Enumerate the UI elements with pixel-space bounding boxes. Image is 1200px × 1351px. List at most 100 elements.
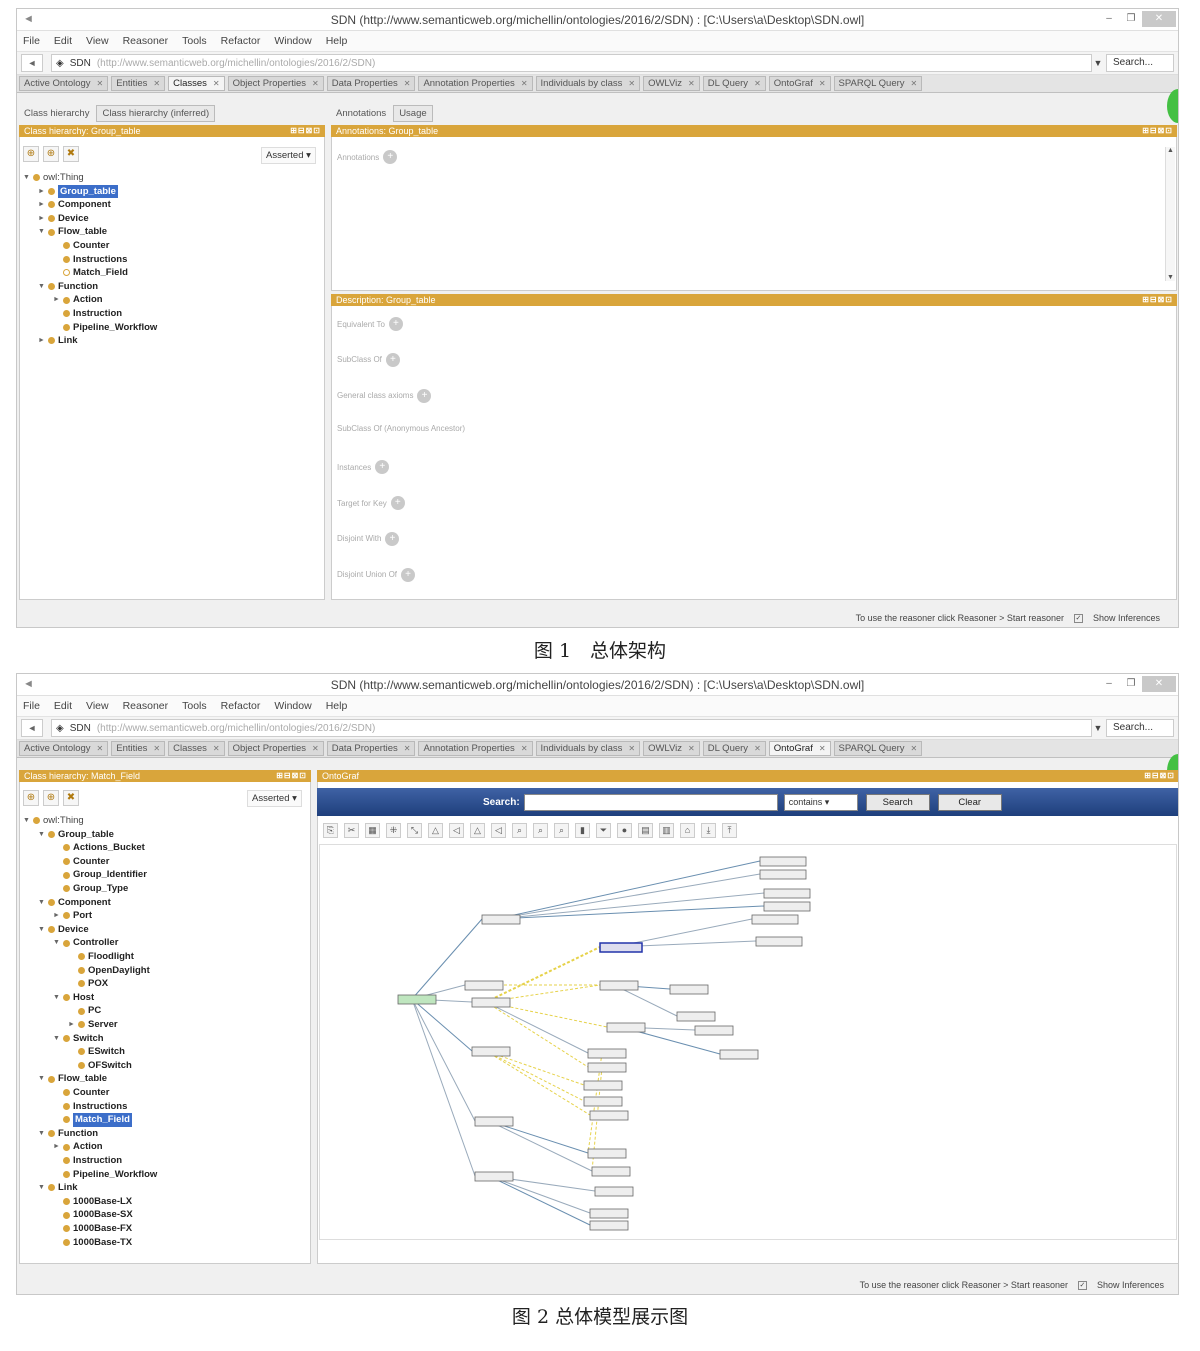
tree-node[interactable]: POX [68, 977, 108, 991]
delete-class-icon[interactable]: ✖ [63, 146, 79, 162]
tree-node[interactable]: ▼ Switch [53, 1032, 104, 1046]
close-tab-icon[interactable]: ✕ [521, 744, 528, 753]
expand-toggle-icon[interactable]: ► [68, 1018, 78, 1032]
graph-node[interactable] [591, 1166, 631, 1177]
add-icon[interactable]: + [401, 567, 416, 582]
tab-sparql-query[interactable]: SPARQL Query ✕ [833, 741, 923, 756]
vertical-tree-icon[interactable]: ◁ [491, 823, 506, 838]
menu-tools[interactable]: Tools [182, 35, 207, 47]
expand-toggle-icon[interactable]: ▼ [38, 828, 48, 842]
tree-node[interactable]: ► Group_table [38, 184, 118, 199]
add-sibling-icon[interactable]: ⊕ [43, 146, 59, 162]
tree-node[interactable]: ▼ Group_table [38, 828, 114, 842]
tree-up-icon[interactable]: △ [428, 823, 443, 838]
tab-individuals-by-class[interactable]: Individuals by class ✕ [535, 741, 641, 756]
add-icon[interactable]: + [385, 352, 400, 367]
menu-reasoner[interactable]: Reasoner [123, 35, 169, 47]
zoom-out-icon[interactable]: ⌕ [533, 823, 548, 838]
close-tab-icon[interactable]: ✕ [213, 744, 220, 753]
tree-left-icon[interactable]: ◁ [449, 823, 464, 838]
search-input[interactable]: Search... [1106, 719, 1174, 737]
save-icon[interactable]: ▥ [659, 823, 674, 838]
expand-toggle-icon[interactable]: ▼ [38, 1127, 48, 1141]
panel-controls-icon[interactable]: ⊞⊟⊠⊡ [276, 770, 307, 782]
graph-node[interactable] [474, 1171, 514, 1182]
tab-owlviz[interactable]: OWLViz ✕ [643, 741, 700, 756]
panel-controls-icon[interactable]: ⊞⊟⊠⊡ [1142, 125, 1173, 137]
tab-class-hierarchy[interactable]: Class hierarchy [19, 106, 94, 121]
graph-node[interactable] [589, 1110, 629, 1121]
menu-window[interactable]: Window [274, 35, 311, 47]
graph-node[interactable] [471, 997, 511, 1008]
export-icon[interactable]: ▤ [638, 823, 653, 838]
graph-node[interactable] [759, 869, 807, 880]
tab-data-properties[interactable]: Data Properties ✕ [326, 741, 416, 756]
tab-individuals-by-class[interactable]: Individuals by class ✕ [535, 76, 641, 91]
close-tab-icon[interactable]: ✕ [911, 79, 918, 88]
menu-help[interactable]: Help [326, 35, 348, 47]
graph-node[interactable] [589, 1220, 629, 1231]
graph-node[interactable] [759, 856, 807, 867]
tree-node[interactable]: Counter [53, 855, 109, 869]
funnel-icon[interactable]: ⏷ [596, 823, 611, 838]
expand-icon[interactable]: ⤒ [722, 823, 737, 838]
tab-active-ontology[interactable]: Active Ontology ✕ [19, 741, 109, 756]
spring-layout-icon[interactable]: ⤡ [407, 823, 422, 838]
close-tab-icon[interactable]: ✕ [754, 744, 761, 753]
expand-toggle-icon[interactable]: ► [38, 198, 48, 212]
expand-toggle-icon[interactable]: ► [53, 909, 63, 923]
horizontal-tree-icon[interactable]: △ [470, 823, 485, 838]
graph-node[interactable] [481, 914, 521, 925]
graph-node[interactable] [583, 1080, 623, 1091]
close-tab-icon[interactable]: ✕ [97, 744, 104, 753]
graph-node[interactable] [587, 1148, 627, 1159]
maximize-icon[interactable]: ❐ [1120, 676, 1142, 692]
graph-node[interactable] [719, 1049, 759, 1060]
clear-button[interactable]: Clear [937, 793, 1002, 811]
expand-toggle-icon[interactable]: ▼ [38, 280, 48, 294]
add-subclass-icon[interactable]: ⊕ [23, 790, 39, 806]
graph-node[interactable] [755, 936, 803, 947]
radial-layout-icon[interactable]: ⁜ [386, 823, 401, 838]
ontograf-search-input[interactable] [523, 793, 778, 811]
tree-node[interactable]: Group_Identifier [53, 868, 147, 882]
add-sibling-icon[interactable]: ⊕ [43, 790, 59, 806]
close-tab-icon[interactable]: ✕ [97, 79, 104, 88]
close-tab-icon[interactable]: ✕ [153, 79, 160, 88]
tree-node[interactable]: Counter [53, 239, 109, 253]
expand-toggle-icon[interactable]: ▼ [38, 1072, 48, 1086]
graph-node[interactable] [471, 1046, 511, 1057]
expand-toggle-icon[interactable]: ▼ [38, 896, 48, 910]
record-icon[interactable]: ● [617, 823, 632, 838]
show-inferences-checkbox[interactable]: ✓ [1077, 1280, 1087, 1290]
tab-class-hierarchy-inferred[interactable]: Class hierarchy (inferred) [96, 104, 216, 122]
menu-refactor[interactable]: Refactor [221, 700, 261, 712]
panel-controls-icon[interactable]: ⊞⊟⊠⊡ [1144, 770, 1175, 782]
expand-toggle-icon[interactable]: ▼ [53, 991, 63, 1005]
graph-node[interactable] [397, 994, 437, 1005]
tab-dl-query[interactable]: DL Query ✕ [702, 76, 766, 91]
add-annotation-icon[interactable]: + [383, 150, 398, 164]
close-icon[interactable]: ✕ [1142, 11, 1176, 27]
tree-node[interactable]: Match_Field [53, 266, 128, 280]
add-subclass-icon[interactable]: ⊕ [23, 146, 39, 162]
graph-node[interactable] [694, 1025, 734, 1036]
graph-node[interactable] [599, 980, 639, 991]
tree-node[interactable]: Floodlight [68, 950, 134, 964]
copy-icon[interactable]: ⎘ [323, 823, 338, 838]
grid-layout-icon[interactable]: ▦ [365, 823, 380, 838]
menu-tools[interactable]: Tools [182, 700, 207, 712]
expand-toggle-icon[interactable]: ▼ [53, 936, 63, 950]
cut-icon[interactable]: ✂ [344, 823, 359, 838]
tree-node[interactable]: ▼ Device [38, 923, 89, 937]
graph-node[interactable] [751, 914, 799, 925]
expand-toggle-icon[interactable]: ▼ [23, 814, 33, 828]
tree-node[interactable]: Instruction [53, 307, 122, 321]
tab-dl-query[interactable]: DL Query ✕ [702, 741, 766, 756]
tab-classes[interactable]: Classes ✕ [168, 76, 225, 91]
graph-node[interactable] [464, 980, 504, 991]
tab-active-ontology[interactable]: Active Ontology ✕ [19, 76, 109, 91]
tree-node[interactable]: Match_Field [53, 1113, 132, 1127]
asserted-dropdown[interactable]: Asserted ▾ [261, 147, 316, 164]
graph-node[interactable] [587, 1062, 627, 1073]
